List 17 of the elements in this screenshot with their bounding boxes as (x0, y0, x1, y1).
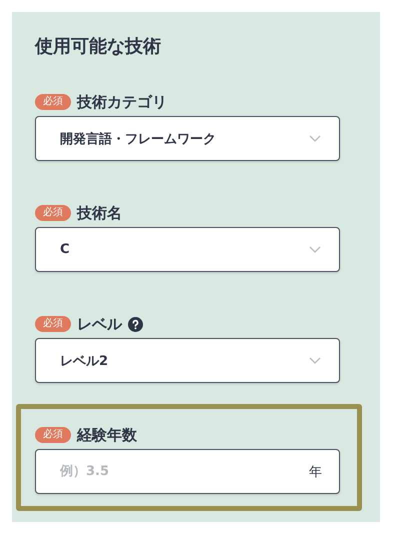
select-dropdown[interactable]: C (35, 227, 340, 272)
chevron-down-icon (309, 357, 321, 364)
field-label: レベル (77, 314, 122, 334)
field-label: 技術カテゴリ (77, 92, 167, 112)
field-label: 経験年数 (77, 426, 137, 444)
chevron-down-icon (309, 135, 321, 142)
required-badge: 必須 (35, 94, 71, 110)
select-dropdown[interactable]: レベル2 (35, 338, 340, 383)
unit-label: 年 (309, 464, 322, 480)
required-badge: 必須 (35, 316, 71, 332)
required-badge: 必須 (35, 205, 71, 221)
chevron-down-icon (309, 246, 321, 253)
section-title: 使用可能な技術 (35, 36, 162, 58)
help-icon[interactable] (128, 316, 143, 332)
required-badge: 必須 (35, 427, 71, 443)
field-label: 技術名 (77, 204, 122, 222)
select-dropdown[interactable]: 開発言語・フレームワーク (35, 116, 340, 161)
